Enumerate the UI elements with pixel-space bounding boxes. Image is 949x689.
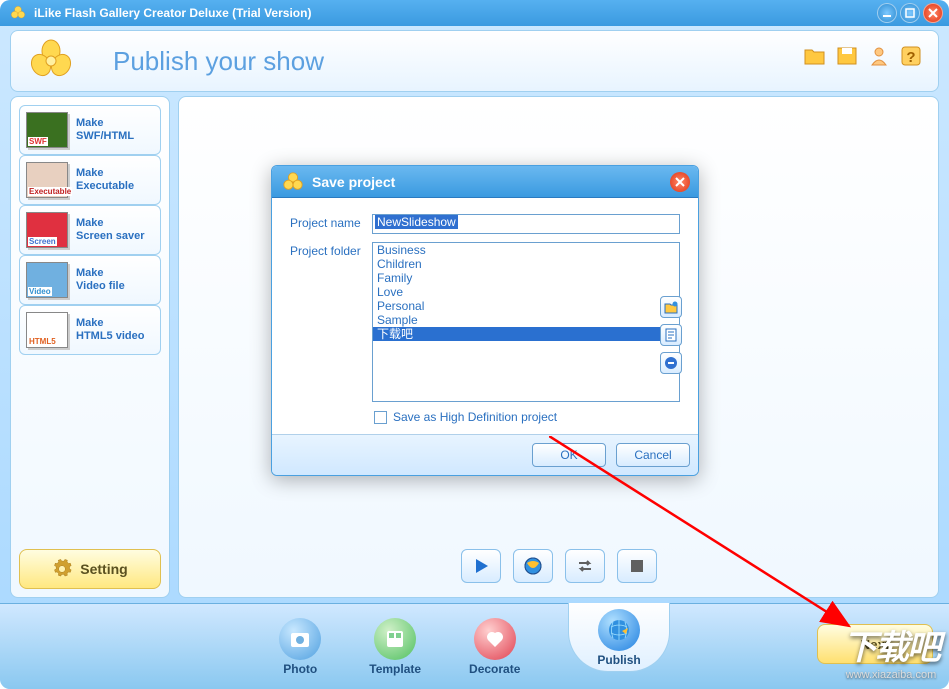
dialog-flower-icon — [282, 171, 304, 193]
make-screen-saver-button[interactable]: ScreenMakeScreen saver — [19, 205, 161, 255]
titlebar: iLike Flash Gallery Creator Deluxe (Tria… — [0, 0, 949, 26]
content-panel: Save project Project name NewSlideshow P… — [178, 96, 939, 598]
dialog-close-button[interactable] — [670, 172, 690, 192]
close-button[interactable] — [923, 3, 943, 23]
help-icon[interactable]: ? — [898, 43, 924, 69]
make-html5-video-button[interactable]: HTML5MakeHTML5 video — [19, 305, 161, 355]
folder-new-button[interactable] — [660, 296, 682, 318]
nav-publish[interactable]: Publish — [568, 603, 669, 672]
make-video-file-button[interactable]: VideoMakeVideo file — [19, 255, 161, 305]
make-executable-button[interactable]: ExecutableMakeExecutable — [19, 155, 161, 205]
setting-label: Setting — [80, 561, 127, 577]
playback-controls — [461, 549, 657, 583]
app-window: iLike Flash Gallery Creator Deluxe (Tria… — [0, 0, 949, 689]
folder-item[interactable]: Business — [373, 243, 679, 257]
open-folder-icon[interactable] — [802, 43, 828, 69]
folder-item[interactable]: Sample — [373, 313, 679, 327]
project-folder-label: Project folder — [290, 242, 372, 258]
nav-photo[interactable]: Photo — [279, 618, 321, 676]
next-button[interactable]: Next — [817, 624, 933, 664]
folder-item[interactable]: Children — [373, 257, 679, 271]
browser-preview-button[interactable] — [513, 549, 553, 583]
hd-label: Save as High Definition project — [393, 410, 557, 424]
folder-item[interactable]: Love — [373, 285, 679, 299]
folder-delete-button[interactable] — [660, 352, 682, 374]
app-icon — [8, 3, 28, 23]
minimize-button[interactable] — [877, 3, 897, 23]
template-icon — [374, 618, 416, 660]
logo-flower-icon — [27, 37, 75, 85]
dialog-title: Save project — [312, 174, 395, 190]
nav-decorate[interactable]: Decorate — [469, 618, 520, 676]
app-title: iLike Flash Gallery Creator Deluxe (Tria… — [34, 6, 311, 20]
gear-icon — [52, 559, 72, 579]
header-band: Publish your show ? — [10, 30, 939, 92]
folder-item[interactable]: 下载吧 — [373, 327, 679, 341]
svg-text:?: ? — [906, 49, 915, 66]
sidebar: SWFMakeSWF/HTMLExecutableMakeExecutableS… — [10, 96, 170, 598]
folder-item[interactable]: Personal — [373, 299, 679, 313]
nav-decorate-label: Decorate — [469, 662, 520, 676]
maximize-button[interactable] — [900, 3, 920, 23]
nav-template-label: Template — [369, 662, 421, 676]
nav-photo-label: Photo — [283, 662, 317, 676]
setting-button[interactable]: Setting — [19, 549, 161, 589]
dialog-titlebar: Save project — [272, 166, 698, 198]
play-button[interactable] — [461, 549, 501, 583]
nav-publish-label: Publish — [597, 653, 640, 667]
stop-button[interactable] — [617, 549, 657, 583]
project-name-label: Project name — [290, 214, 372, 230]
folder-rename-button[interactable] — [660, 324, 682, 346]
project-folder-list[interactable]: BusinessChildrenFamilyLovePersonalSample… — [372, 242, 680, 402]
user-icon[interactable] — [866, 43, 892, 69]
nav-template[interactable]: Template — [369, 618, 421, 676]
folder-item[interactable]: Family — [373, 271, 679, 285]
page-title: Publish your show — [113, 46, 324, 77]
make-swf-html-button[interactable]: SWFMakeSWF/HTML — [19, 105, 161, 155]
bottom-nav: Photo Template Decorate Publish Next — [0, 603, 949, 689]
project-name-input[interactable]: NewSlideshow — [372, 214, 680, 234]
ok-button[interactable]: OK — [532, 443, 606, 467]
loop-button[interactable] — [565, 549, 605, 583]
hd-checkbox[interactable] — [374, 411, 387, 424]
save-project-dialog: Save project Project name NewSlideshow P… — [271, 165, 699, 476]
publish-icon — [598, 609, 640, 651]
decorate-icon — [474, 618, 516, 660]
cancel-button[interactable]: Cancel — [616, 443, 690, 467]
save-icon[interactable] — [834, 43, 860, 69]
photo-icon — [279, 618, 321, 660]
